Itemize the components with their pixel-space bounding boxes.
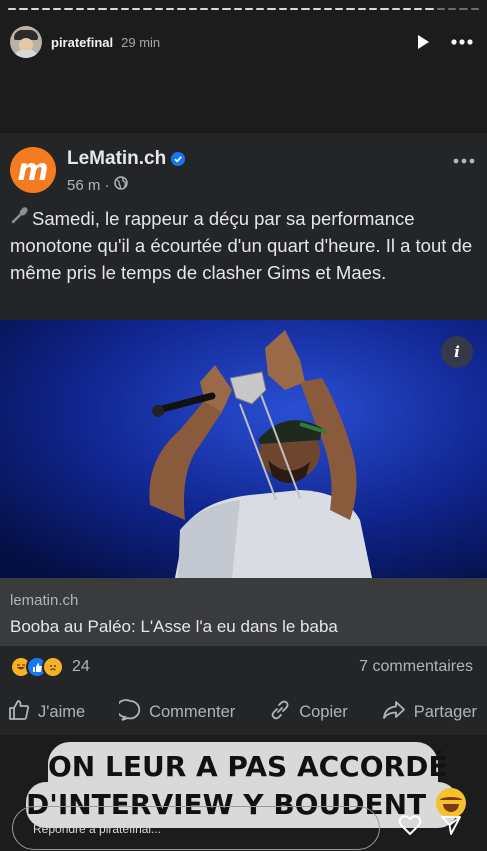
link-chain-icon: [269, 699, 291, 726]
post-actions: J'aime Commenter Copier Partager: [8, 693, 477, 731]
more-options-icon[interactable]: [451, 39, 473, 45]
copy-button[interactable]: Copier: [269, 699, 348, 726]
progress-segment: [312, 8, 321, 10]
progress-segment: [256, 8, 265, 10]
comments-count[interactable]: 7 commentaires: [359, 658, 473, 676]
post-time[interactable]: 56 m ·: [67, 177, 110, 194]
progress-segment: [222, 8, 231, 10]
share-button[interactable]: Partager: [382, 699, 477, 726]
story-progress-bar: [8, 8, 479, 11]
reactions-bar: 24 7 commentaires: [10, 653, 473, 681]
play-icon[interactable]: [415, 34, 431, 50]
progress-segment: [470, 8, 479, 10]
share-label: Partager: [413, 702, 477, 721]
progress-segment: [98, 8, 107, 10]
page-name[interactable]: LeMatin.ch: [67, 148, 186, 170]
link-domain: lematin.ch: [10, 592, 79, 609]
progress-segment: [199, 8, 209, 10]
link-preview[interactable]: lematin.ch Booba au Paléo: L'Asse l'a eu…: [0, 578, 487, 646]
progress-segment: [233, 8, 242, 10]
progress-segment: [402, 8, 412, 10]
info-icon[interactable]: i: [441, 336, 473, 368]
progress-segment: [120, 8, 130, 10]
sad-reaction-icon: [42, 656, 64, 678]
progress-segment: [335, 8, 344, 10]
progress-segment: [211, 8, 220, 10]
progress-segment: [41, 8, 51, 10]
verified-badge-icon: [171, 152, 186, 166]
progress-segment: [143, 8, 152, 10]
copy-label: Copier: [299, 702, 348, 721]
story-header: piratefinal 29 min: [10, 24, 473, 60]
progress-segment: [165, 8, 175, 10]
progress-segment: [109, 8, 118, 10]
progress-segment: [357, 8, 366, 10]
progress-segment: [132, 8, 141, 10]
progress-segment: [267, 8, 276, 10]
progress-segment: [53, 8, 62, 10]
progress-segment: [290, 8, 299, 10]
progress-segment: [75, 8, 84, 10]
thumbs-up-icon: [8, 699, 30, 726]
concert-photo: [0, 320, 487, 578]
comment-button[interactable]: Commenter: [116, 698, 236, 726]
progress-segment: [177, 8, 186, 10]
story-username[interactable]: piratefinal: [51, 35, 113, 50]
progress-segment: [414, 8, 423, 10]
shared-post[interactable]: m LeMatin.ch 56 m · Samedi, le rappeur a…: [0, 133, 487, 735]
like-label: J'aime: [38, 702, 86, 721]
link-title[interactable]: Booba au Paléo: L'Asse l'a eu dans le ba…: [10, 617, 338, 637]
reaction-count[interactable]: 24: [72, 658, 90, 676]
comment-bubble-icon: [116, 698, 141, 726]
progress-segment: [459, 8, 468, 10]
progress-segment: [436, 8, 445, 10]
story-time: 29 min: [121, 34, 161, 50]
progress-segment: [278, 8, 288, 10]
globe-icon: [113, 176, 128, 194]
share-arrow-icon: [382, 699, 406, 726]
comment-label: Commenter: [149, 702, 236, 721]
like-button[interactable]: J'aime: [8, 699, 85, 726]
progress-segment: [447, 8, 457, 10]
heart-icon[interactable]: [398, 814, 422, 841]
post-text: Samedi, le rappeur a déçu par sa perform…: [10, 205, 475, 286]
send-icon[interactable]: [440, 814, 462, 841]
progress-segment: [64, 8, 73, 10]
progress-segment: [30, 8, 39, 10]
avatar[interactable]: [10, 26, 42, 58]
microphone-icon: [10, 205, 32, 232]
post-more-icon[interactable]: [453, 151, 475, 169]
progress-segment: [323, 8, 333, 10]
post-image[interactable]: i: [0, 320, 487, 578]
reply-input[interactable]: Répondre à piratefinal...: [12, 806, 380, 850]
progress-segment: [86, 8, 96, 10]
progress-segment: [8, 8, 17, 10]
progress-segment: [188, 8, 197, 10]
progress-segment: [154, 8, 163, 10]
progress-segment: [346, 8, 355, 10]
progress-segment: [369, 8, 378, 10]
progress-segment: [425, 8, 434, 10]
progress-segment: [19, 8, 28, 10]
reaction-icons[interactable]: [10, 656, 64, 678]
post-meta: 56 m ·: [67, 176, 128, 194]
progress-segment: [301, 8, 310, 10]
reply-placeholder: Répondre à piratefinal...: [33, 822, 162, 836]
progress-segment: [244, 8, 254, 10]
post-header: m LeMatin.ch 56 m ·: [10, 145, 475, 195]
progress-segment: [391, 8, 400, 10]
reply-actions: [398, 814, 462, 841]
page-logo[interactable]: m: [10, 147, 56, 193]
progress-segment: [380, 8, 389, 10]
